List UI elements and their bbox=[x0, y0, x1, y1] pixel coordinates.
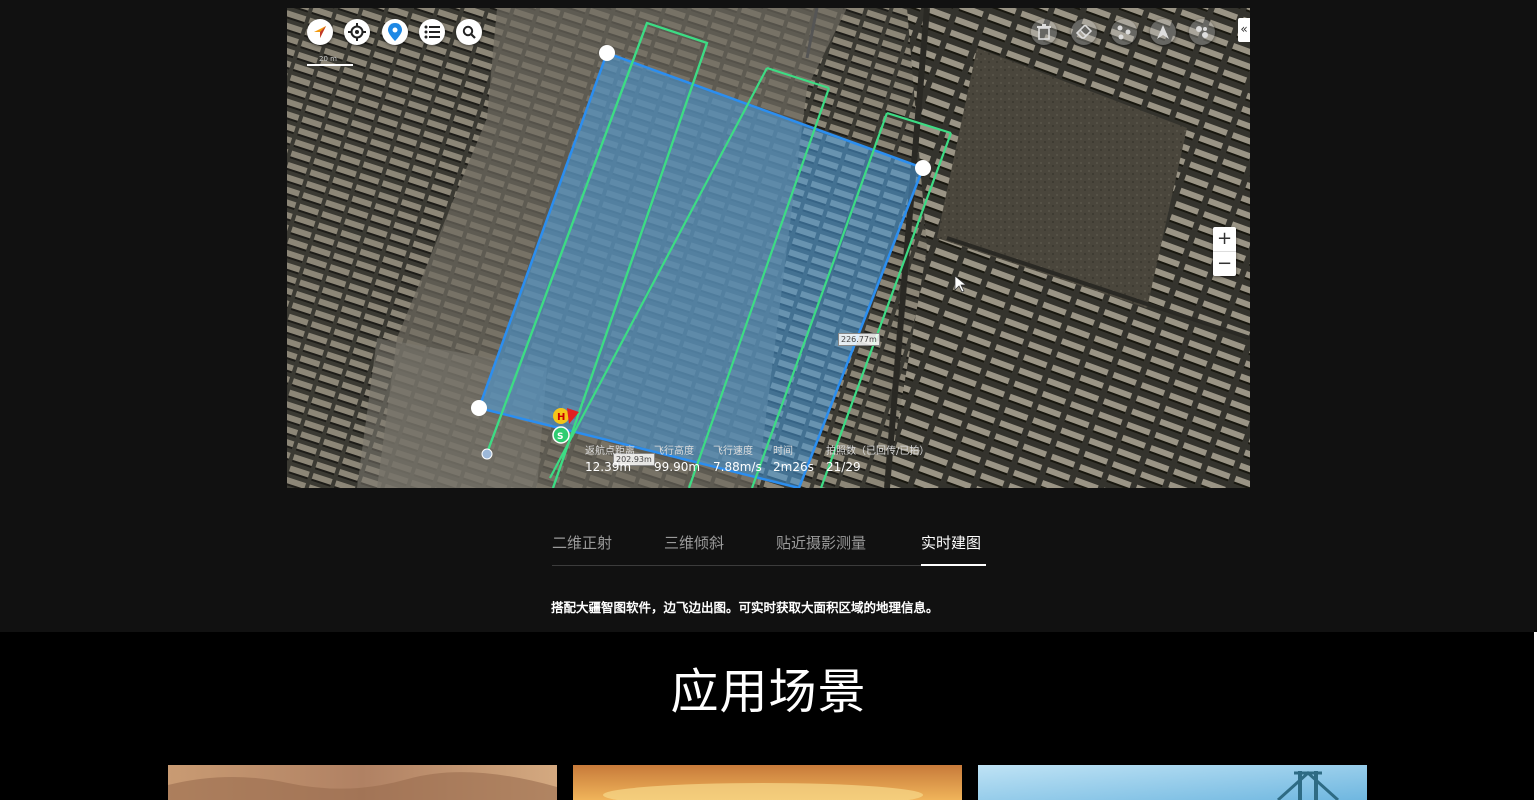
collapse-panel-button[interactable]: « bbox=[1238, 18, 1250, 42]
map-view[interactable]: H S 20 m « + − 226.77m 202.93m 返航点距离 12.… bbox=[287, 8, 1250, 488]
stat-speed: 飞行速度 7.88m/s bbox=[713, 446, 762, 474]
waypoint-icon bbox=[481, 448, 493, 460]
tab-2d-orthophoto[interactable]: 二维正射 bbox=[552, 532, 612, 553]
eraser-icon[interactable] bbox=[1071, 19, 1097, 45]
scene-card-desert[interactable] bbox=[168, 765, 557, 800]
vertex-handle[interactable] bbox=[915, 160, 931, 176]
active-tab-indicator bbox=[921, 564, 986, 566]
waypoints-icon[interactable] bbox=[1111, 19, 1137, 45]
tab-realtime-mapping[interactable]: 实时建图 bbox=[921, 532, 981, 553]
scene-card-bridge[interactable] bbox=[978, 765, 1367, 800]
stat-time: 时间 2m26s bbox=[773, 446, 814, 474]
tab-close-range-photogrammetry[interactable]: 贴近摄影测量 bbox=[776, 532, 866, 553]
edge-length-label: 226.77m bbox=[838, 333, 880, 346]
scale-bar bbox=[307, 64, 353, 66]
zoom-out-button[interactable]: − bbox=[1213, 251, 1236, 276]
tab-description: 搭配大疆智图软件，边飞边出图。可实时获取大面积区域的地理信息。 bbox=[551, 600, 939, 615]
trash-icon[interactable] bbox=[1031, 19, 1057, 45]
layers-icon[interactable] bbox=[1189, 19, 1215, 45]
top-section: H S 20 m « + − 226.77m 202.93m 返航点距离 12.… bbox=[0, 0, 1537, 632]
map-pin-icon[interactable] bbox=[382, 19, 408, 45]
section-title: 应用场景 bbox=[670, 664, 867, 720]
stat-photo-count: 拍照数（已回传/已拍） 21/29 bbox=[826, 446, 930, 474]
stat-return-distance: 返航点距离 12.39m bbox=[585, 446, 635, 474]
zoom-control: + − bbox=[1213, 227, 1236, 276]
vertex-handle[interactable] bbox=[471, 400, 487, 416]
list-icon[interactable] bbox=[419, 19, 445, 45]
vertex-handle[interactable] bbox=[599, 45, 615, 61]
stat-altitude: 飞行高度 99.90m bbox=[654, 446, 701, 474]
compass-icon[interactable] bbox=[307, 19, 333, 45]
zoom-in-button[interactable]: + bbox=[1213, 227, 1236, 251]
scale-text: 20 m bbox=[319, 55, 337, 63]
scene-card-sunset[interactable] bbox=[573, 765, 962, 800]
start-marker-label: S bbox=[557, 432, 563, 442]
home-marker-label: H bbox=[557, 412, 565, 423]
drone-icon[interactable] bbox=[1150, 19, 1176, 45]
mapping-mode-tabs: 二维正射 三维倾斜 贴近摄影测量 实时建图 bbox=[552, 522, 986, 566]
search-icon[interactable] bbox=[456, 19, 482, 45]
satellite-imagery: H S bbox=[287, 8, 1250, 488]
locate-icon[interactable] bbox=[344, 19, 370, 45]
tab-3d-oblique[interactable]: 三维倾斜 bbox=[664, 532, 724, 553]
